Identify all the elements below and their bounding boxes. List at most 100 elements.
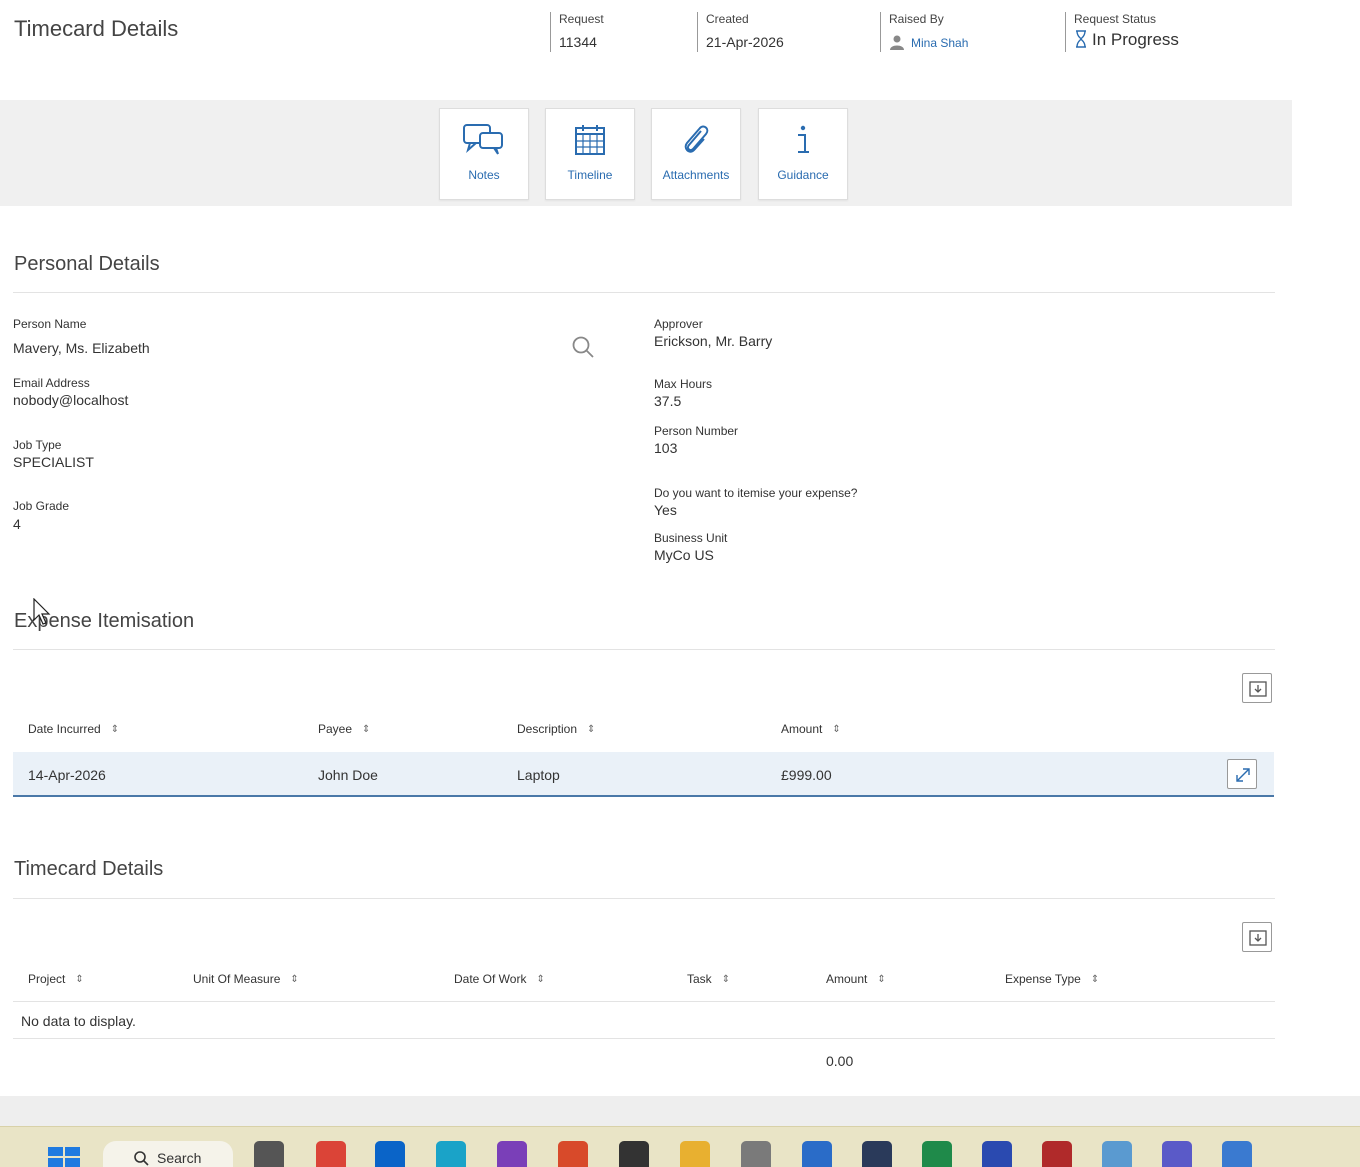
- max-hours-value: 37.5: [654, 393, 682, 409]
- col-date-incurred[interactable]: Date Incurred ⇕: [28, 722, 119, 736]
- sort-icon: ⇕: [877, 974, 886, 985]
- app-icon[interactable]: [1102, 1141, 1132, 1167]
- sort-icon: ⇕: [536, 974, 545, 985]
- outlook-icon[interactable]: [375, 1141, 405, 1167]
- table-row[interactable]: [13, 752, 1274, 797]
- max-hours-label: Max Hours: [654, 377, 713, 391]
- attachments-label: Attachments: [662, 168, 730, 182]
- guidance-button[interactable]: Guidance: [758, 108, 848, 200]
- status-badge: In Progress: [1074, 30, 1179, 50]
- itemise-label: Do you want to itemise your expense?: [654, 486, 858, 500]
- meta-status: Request Status In Progress: [1065, 12, 1179, 52]
- toolbar-band: [0, 100, 1292, 206]
- app-icon[interactable]: [558, 1141, 588, 1167]
- total-amount: 0.00: [826, 1053, 854, 1069]
- person-name-value: Mavery, Ms. Elizabeth: [13, 340, 150, 356]
- app-icon[interactable]: [1042, 1141, 1072, 1167]
- col-unit-of-measure[interactable]: Unit Of Measure ⇕: [193, 972, 299, 986]
- notes-button[interactable]: Notes: [439, 108, 529, 200]
- col-expense-type[interactable]: Expense Type ⇕: [1005, 972, 1099, 986]
- expand-icon: [1236, 768, 1250, 782]
- chrome-icon[interactable]: [316, 1141, 346, 1167]
- excel-icon[interactable]: [922, 1141, 952, 1167]
- expand-row-button[interactable]: [1227, 759, 1257, 789]
- business-unit-value: MyCo US: [654, 547, 714, 563]
- taskbar-search-label: Search: [157, 1150, 202, 1166]
- sort-icon: ⇕: [587, 724, 596, 735]
- col-project-label: Project: [28, 972, 66, 986]
- folder-icon[interactable]: [680, 1141, 710, 1167]
- col-expense-type-label: Expense Type: [1005, 972, 1081, 986]
- meta-raised-by: Raised By Mina Shah: [880, 12, 968, 52]
- teams-icon[interactable]: [1162, 1141, 1192, 1167]
- search-icon[interactable]: [571, 335, 595, 359]
- person-number-label: Person Number: [654, 424, 739, 438]
- meta-request-value: 11344: [559, 34, 597, 50]
- col-unit-label: Unit Of Measure: [193, 972, 281, 986]
- col-payee[interactable]: Payee ⇕: [318, 722, 370, 736]
- col-tc-amount[interactable]: Amount ⇕: [826, 972, 886, 986]
- job-type-value: SPECIALIST: [13, 454, 94, 470]
- person-name-label: Person Name: [13, 317, 87, 331]
- app-icon[interactable]: [1222, 1141, 1252, 1167]
- table-divider: [13, 1038, 1275, 1039]
- meta-created-label: Created: [706, 12, 749, 26]
- col-date-of-work-label: Date Of Work: [454, 972, 527, 986]
- meta-raised-by-label: Raised By: [889, 12, 944, 26]
- app-icon[interactable]: [619, 1141, 649, 1167]
- app-icon[interactable]: [802, 1141, 832, 1167]
- meta-request: Request 11344: [550, 12, 604, 52]
- email-value: nobody@localhost: [13, 392, 129, 408]
- sort-icon: ⇕: [290, 974, 299, 985]
- edge-icon[interactable]: [436, 1141, 466, 1167]
- sort-icon: ⇕: [75, 974, 84, 985]
- col-project[interactable]: Project ⇕: [28, 972, 84, 986]
- timeline-button[interactable]: Timeline: [545, 108, 635, 200]
- col-task[interactable]: Task ⇕: [687, 972, 730, 986]
- col-payee-label: Payee: [318, 722, 353, 736]
- status-text: In Progress: [1092, 30, 1179, 49]
- cell-payee: John Doe: [318, 767, 378, 783]
- meta-created-value: 21-Apr-2026: [706, 34, 784, 50]
- app-icon[interactable]: [982, 1141, 1012, 1167]
- export-icon: [1249, 681, 1267, 697]
- table-divider: [13, 1001, 1275, 1002]
- empty-message: No data to display.: [21, 1013, 136, 1029]
- windows-start-icon[interactable]: [48, 1147, 80, 1167]
- sort-icon: ⇕: [110, 724, 120, 735]
- calendar-icon: [575, 125, 605, 155]
- sort-icon: ⇕: [1090, 974, 1100, 985]
- search-icon: [134, 1151, 149, 1166]
- app-icon[interactable]: [741, 1141, 771, 1167]
- bottom-band: [0, 1096, 1360, 1126]
- meta-status-label: Request Status: [1074, 12, 1157, 26]
- cell-description: Laptop: [517, 767, 560, 783]
- attachments-button[interactable]: Attachments: [651, 108, 741, 200]
- job-type-label: Job Type: [13, 438, 62, 452]
- business-unit-label: Business Unit: [654, 531, 728, 545]
- sort-icon: ⇕: [721, 974, 731, 985]
- chat-icon: [463, 124, 503, 155]
- job-grade-label: Job Grade: [13, 499, 70, 513]
- col-amount[interactable]: Amount ⇕: [781, 722, 841, 736]
- taskbar-search[interactable]: Search: [103, 1141, 233, 1167]
- col-task-label: Task: [687, 972, 712, 986]
- meta-raised-by-link[interactable]: Mina Shah: [889, 34, 968, 50]
- onenote-icon[interactable]: [497, 1141, 527, 1167]
- itemise-value: Yes: [654, 502, 677, 518]
- col-amount-label: Amount: [781, 722, 823, 736]
- col-date-of-work[interactable]: Date Of Work ⇕: [454, 972, 545, 986]
- col-date-incurred-label: Date Incurred: [28, 722, 101, 736]
- email-label: Email Address: [13, 376, 90, 390]
- approver-label: Approver: [654, 317, 703, 331]
- task-view-icon[interactable]: [254, 1141, 284, 1167]
- timecard-export-button[interactable]: [1242, 922, 1272, 952]
- col-tc-amount-label: Amount: [826, 972, 868, 986]
- expense-export-button[interactable]: [1242, 673, 1272, 703]
- col-description[interactable]: Description ⇕: [517, 722, 595, 736]
- notes-label: Notes: [468, 168, 500, 182]
- col-description-label: Description: [517, 722, 578, 736]
- sort-icon: ⇕: [362, 724, 371, 735]
- terminal-icon[interactable]: [862, 1141, 892, 1167]
- meta-request-label: Request: [559, 12, 604, 26]
